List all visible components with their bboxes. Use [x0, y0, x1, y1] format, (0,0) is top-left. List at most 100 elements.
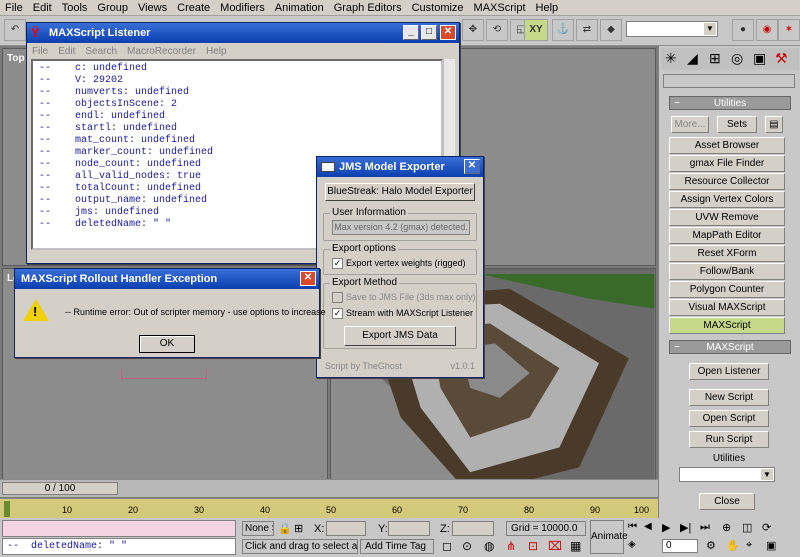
menu-graph-editors[interactable]: Graph Editors	[329, 0, 407, 16]
material-editor-icon[interactable]: ●	[732, 19, 754, 41]
open-script-button[interactable]: Open Script	[689, 410, 769, 427]
close-icon[interactable]: ✕	[440, 25, 456, 40]
lock-icon[interactable]: 🔒	[278, 522, 292, 535]
sets-button[interactable]: Sets	[717, 116, 757, 133]
menu-views[interactable]: Views	[133, 0, 172, 16]
bluestreak-button[interactable]: BlueStreak: Halo Model Exporter	[325, 183, 475, 201]
pan-icon[interactable]: ◻	[442, 539, 452, 553]
zoom-all-icon[interactable]: ⊕	[722, 521, 731, 534]
mappath-editor-button[interactable]: MapPath Editor	[669, 227, 785, 244]
maxscript-rollout-header[interactable]: − MAXScript	[669, 340, 791, 354]
menu-file[interactable]: File	[0, 0, 28, 16]
asset-browser-button[interactable]: Asset Browser	[669, 137, 785, 154]
listener-titlebar[interactable]: Ϋ MAXScript Listener _ □ ✕	[27, 23, 459, 43]
snap-icon[interactable]: ⚓	[552, 19, 574, 41]
export-jms-button[interactable]: Export JMS Data	[344, 326, 456, 346]
region-zoom-icon[interactable]: ⌧	[548, 539, 562, 553]
timeline[interactable]: 0 / 100 10 20 30 40 50 60 70 80 90 100	[0, 479, 658, 518]
menu-group[interactable]: Group	[92, 0, 133, 16]
add-time-tag-button[interactable]: Add Time Tag	[360, 539, 434, 554]
max-toggle-icon[interactable]: ▣	[766, 539, 776, 552]
walkthrough-icon[interactable]: ⌖	[746, 539, 752, 552]
transform-mode-icon[interactable]: ⊞	[294, 522, 303, 535]
orbit-icon[interactable]: ◍	[484, 539, 494, 553]
follow-bank-button[interactable]: Follow/Bank	[669, 263, 785, 280]
more-button[interactable]: More...	[671, 116, 709, 133]
y-coordinate-field[interactable]	[388, 521, 430, 536]
open-listener-button[interactable]: Open Listener	[689, 363, 769, 380]
menu-tools[interactable]: Tools	[57, 0, 93, 16]
maxscript-utility-button[interactable]: MAXScript	[669, 317, 785, 334]
polygon-counter-button[interactable]: Polygon Counter	[669, 281, 785, 298]
reset-xform-button[interactable]: Reset XForm	[669, 245, 785, 262]
listener-menu-macrorecorder[interactable]: MacroRecorder	[122, 46, 201, 57]
field-of-view-icon[interactable]: ⋔	[506, 539, 516, 553]
uvw-remove-button[interactable]: UVW Remove	[669, 209, 785, 226]
menu-create[interactable]: Create	[172, 0, 215, 16]
hand-pan-icon[interactable]: ✋	[726, 539, 740, 552]
vertex-weights-checkbox[interactable]: ✓ Export vertex weights (rigged)	[332, 258, 466, 270]
listener-menu-search[interactable]: Search	[80, 46, 122, 57]
next-frame-icon[interactable]: ▶|	[680, 521, 691, 534]
animate-button[interactable]: Animate	[590, 520, 628, 554]
menu-maxscript[interactable]: MAXScript	[469, 0, 531, 16]
utilities-tab-icon[interactable]: ⚒	[775, 50, 788, 67]
previous-frame-icon[interactable]: ◀	[644, 521, 652, 532]
mirror-icon[interactable]: ⇄	[576, 19, 598, 41]
axis-constraint-button[interactable]: XY	[524, 19, 548, 41]
zoom-extents-icon[interactable]: ⊡	[528, 539, 538, 553]
render-icon[interactable]: ◉	[756, 19, 778, 41]
menu-help[interactable]: Help	[531, 0, 564, 16]
minimize-icon[interactable]: _	[403, 25, 419, 40]
go-to-end-icon[interactable]: ⏭	[700, 521, 710, 534]
close-icon[interactable]: ✕	[464, 159, 480, 174]
listener-menu-help[interactable]: Help	[201, 46, 232, 57]
utilities-rollout-header[interactable]: − Utilities	[669, 96, 791, 110]
menu-modifiers[interactable]: Modifiers	[215, 0, 270, 16]
resource-collector-button[interactable]: Resource Collector	[669, 173, 785, 190]
hierarchy-tab-icon[interactable]: ⊞	[709, 50, 721, 67]
configure-sets-icon[interactable]: ▤	[765, 116, 783, 133]
undo-icon[interactable]: ↶	[4, 19, 26, 41]
go-to-start-icon[interactable]: ⏮	[628, 521, 637, 532]
move-icon[interactable]: ✥	[462, 19, 484, 41]
quick-render-icon[interactable]: ✶	[778, 19, 800, 41]
close-rollout-button[interactable]: Close	[699, 493, 755, 510]
named-selection-dropdown[interactable]: ▼	[626, 21, 718, 37]
menu-customize[interactable]: Customize	[407, 0, 469, 16]
visual-maxscript-button[interactable]: Visual MAXScript	[669, 299, 785, 316]
utilities-dropdown[interactable]: ▼	[679, 467, 775, 482]
menu-animation[interactable]: Animation	[270, 0, 329, 16]
align-icon[interactable]: ◆	[600, 19, 622, 41]
new-script-button[interactable]: New Script	[689, 389, 769, 406]
command-panel-name-field[interactable]	[663, 74, 795, 88]
time-slider-track[interactable]: 0 / 100	[0, 479, 658, 497]
mini-listener-pink[interactable]	[2, 520, 236, 537]
stream-listener-checkbox[interactable]: ✓ Stream with MAXScript Listener	[332, 308, 473, 320]
listener-menu-file[interactable]: File	[27, 46, 53, 57]
maximize-viewport-icon[interactable]: ▦	[570, 539, 581, 553]
motion-tab-icon[interactable]: ◎	[731, 50, 743, 67]
create-tab-icon[interactable]: ✳	[665, 50, 677, 67]
gmax-file-finder-button[interactable]: gmax File Finder	[669, 155, 785, 172]
rotate-icon[interactable]: ⟲	[486, 19, 508, 41]
time-slider-thumb[interactable]: 0 / 100	[2, 482, 118, 495]
close-icon[interactable]: ✕	[300, 271, 316, 286]
jms-titlebar[interactable]: JMS Model Exporter ✕	[317, 157, 483, 177]
current-frame-field[interactable]: 0	[662, 539, 698, 553]
zoom-extents-all-icon[interactable]: ◫	[742, 521, 752, 534]
save-to-file-checkbox[interactable]: Save to JMS File (3ds max only)	[332, 292, 476, 304]
play-icon[interactable]: ▶	[662, 521, 670, 534]
zoom-icon[interactable]: ⊙	[462, 539, 472, 553]
arc-rotate-icon[interactable]: ⟳	[762, 521, 771, 534]
listener-menu-edit[interactable]: Edit	[53, 46, 80, 57]
ok-button[interactable]: OK	[139, 335, 195, 353]
maximize-icon[interactable]: □	[421, 25, 437, 40]
x-coordinate-field[interactable]	[326, 521, 366, 536]
modify-tab-icon[interactable]: ◢	[687, 50, 698, 67]
time-config-icon[interactable]: ⚙	[706, 539, 716, 552]
mini-listener-white[interactable]: -- deletedName: " "	[2, 538, 236, 555]
assign-vertex-colors-button[interactable]: Assign Vertex Colors	[669, 191, 785, 208]
menu-edit[interactable]: Edit	[28, 0, 57, 16]
z-coordinate-field[interactable]	[452, 521, 494, 536]
